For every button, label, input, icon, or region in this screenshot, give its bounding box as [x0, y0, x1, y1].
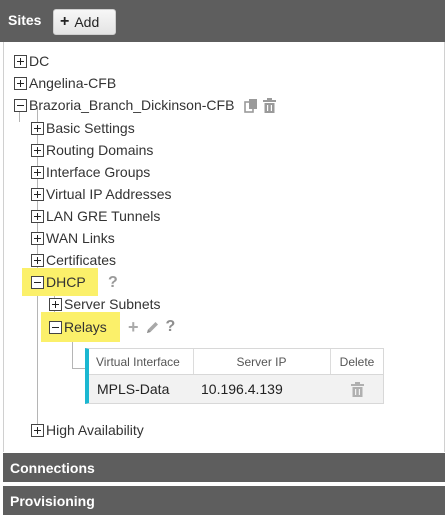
tree-item-brazoria[interactable]: Brazoria_Branch_Dickinson-CFB: [14, 95, 277, 115]
connections-panel-header[interactable]: Connections: [3, 453, 445, 482]
trash-icon[interactable]: [263, 97, 277, 113]
expand-icon[interactable]: [14, 76, 27, 90]
edit-pencil-icon[interactable]: [145, 320, 160, 335]
tree-item-label: High Availability: [46, 422, 144, 438]
column-header-server-ip: Server IP: [236, 354, 287, 369]
tree-item-label: DHCP: [46, 274, 86, 290]
table-row[interactable]: MPLS-Data 10.196.4.139: [89, 375, 383, 403]
tree-item-virtual-ip[interactable]: Virtual IP Addresses: [31, 184, 172, 204]
tree-item-server-subnets[interactable]: Server Subnets: [49, 294, 161, 314]
sites-panel-header: Sites + Add: [0, 0, 445, 42]
relays-table: Virtual Interface Server IP Delete MPLS-…: [85, 348, 384, 404]
add-button-label: Add: [74, 14, 100, 30]
expand-icon[interactable]: [31, 165, 44, 179]
help-icon[interactable]: ?: [108, 273, 118, 293]
tree-item-interface-groups[interactable]: Interface Groups: [31, 162, 150, 182]
expand-icon[interactable]: [31, 121, 44, 135]
sites-title: Sites: [8, 12, 42, 28]
tree-item-routing-domains[interactable]: Routing Domains: [31, 140, 153, 160]
expand-icon[interactable]: [14, 54, 27, 68]
tree-connector: [72, 368, 86, 369]
column-header-delete: Delete: [339, 354, 375, 369]
tree-item-relays[interactable]: Relays: [49, 317, 107, 337]
site-actions: [244, 97, 277, 113]
tree-item-label: Brazoria_Branch_Dickinson-CFB: [29, 97, 235, 113]
trash-icon: [351, 381, 364, 397]
row-delete-button[interactable]: [351, 375, 364, 403]
tree-item-label: Server Subnets: [64, 296, 161, 312]
tree-item-label: Virtual IP Addresses: [46, 186, 172, 202]
add-site-button[interactable]: + Add: [53, 9, 116, 35]
plus-icon: +: [60, 13, 70, 30]
tree-item-dhcp[interactable]: DHCP: [31, 272, 86, 292]
add-icon[interactable]: +: [128, 317, 139, 338]
expand-icon[interactable]: [31, 187, 44, 201]
tree-item-label: Routing Domains: [46, 142, 154, 158]
tree-item-label: Basic Settings: [46, 120, 135, 136]
tree-item-label: Angelina-CFB: [29, 75, 117, 91]
provisioning-title: Provisioning: [10, 492, 95, 509]
tree-item-angelina[interactable]: Angelina-CFB: [14, 73, 116, 93]
tree-item-label: WAN Links: [46, 230, 115, 246]
provisioning-panel-header[interactable]: Provisioning: [3, 486, 445, 515]
relay-actions: + ?: [128, 317, 175, 337]
expand-icon[interactable]: [31, 423, 44, 437]
tree-item-certificates[interactable]: Certificates: [31, 250, 116, 270]
expand-icon[interactable]: [31, 143, 44, 157]
tree-item-label: LAN GRE Tunnels: [46, 208, 161, 224]
tree-item-label: DC: [29, 53, 50, 69]
connections-title: Connections: [10, 459, 95, 476]
tree-item-label: Relays: [64, 319, 107, 335]
column-header-virtual-interface: Virtual Interface: [96, 354, 180, 369]
tree-item-dc[interactable]: DC: [14, 51, 49, 71]
help-icon[interactable]: ?: [166, 318, 176, 336]
tree-item-label: Certificates: [46, 252, 117, 268]
tree-item-basic-settings[interactable]: Basic Settings: [31, 118, 135, 138]
expand-icon[interactable]: [31, 209, 44, 223]
tree-item-label: Interface Groups: [46, 164, 151, 180]
tree-item-lan-gre[interactable]: LAN GRE Tunnels: [31, 206, 160, 226]
expand-icon[interactable]: [31, 253, 44, 267]
cell-server-ip: 10.196.4.139: [201, 381, 283, 397]
tree-item-wan-links[interactable]: WAN Links: [31, 228, 115, 248]
tree-item-high-availability[interactable]: High Availability: [31, 420, 144, 440]
copy-icon[interactable]: [244, 98, 258, 113]
collapse-icon[interactable]: [14, 98, 27, 112]
expand-icon[interactable]: [31, 231, 44, 245]
collapse-icon[interactable]: [49, 320, 62, 334]
expand-icon[interactable]: [49, 297, 62, 311]
table-header: Virtual Interface Server IP Delete: [89, 349, 383, 375]
collapse-icon[interactable]: [31, 275, 44, 289]
cell-virtual-interface: MPLS-Data: [97, 381, 170, 397]
